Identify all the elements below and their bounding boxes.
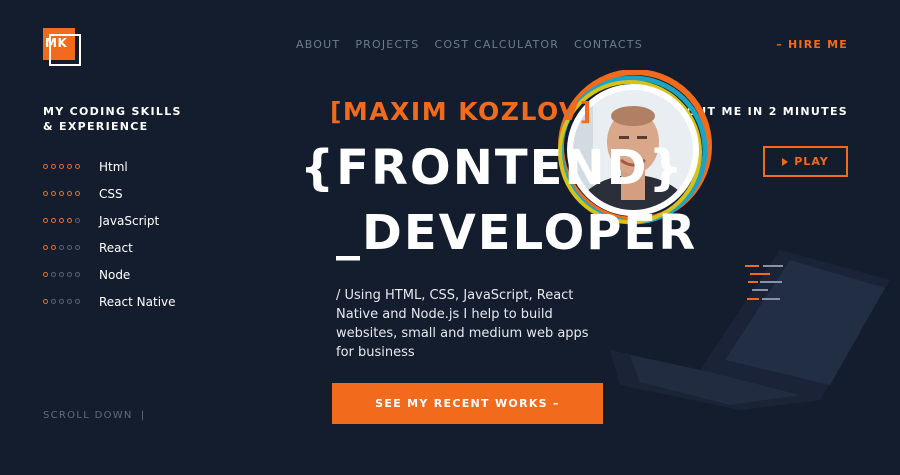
skill-name: React Native <box>99 294 176 309</box>
play-button[interactable]: PLAY <box>763 146 848 177</box>
skill-dot-filled <box>43 191 48 196</box>
skill-dot-filled <box>59 191 64 196</box>
hero-title-line1: {FRONTEND} <box>300 140 685 196</box>
skill-dot-empty <box>75 245 80 250</box>
hero-name: [MAXIM KOZLOV] <box>330 97 593 126</box>
scroll-down-indicator[interactable]: SCROLL DOWN | <box>43 410 145 421</box>
skill-item: Html <box>43 153 176 180</box>
skill-level-dots <box>43 245 99 250</box>
skill-dot-filled <box>51 245 56 250</box>
skill-level-dots <box>43 191 99 196</box>
skill-dot-empty <box>75 218 80 223</box>
skill-dot-filled <box>75 191 80 196</box>
skill-item: React Native <box>43 288 176 315</box>
hire-me-link[interactable]: – HIRE ME <box>776 38 848 51</box>
skill-item: React <box>43 234 176 261</box>
skill-dot-empty <box>51 299 56 304</box>
see-recent-works-button[interactable]: SEE MY RECENT WORKS – <box>332 383 603 424</box>
skill-dot-empty <box>67 272 72 277</box>
play-label: PLAY <box>794 155 829 168</box>
skill-name: React <box>99 240 133 255</box>
skill-dot-empty <box>75 272 80 277</box>
skill-dot-filled <box>59 218 64 223</box>
skill-name: CSS <box>99 186 123 201</box>
skill-dot-empty <box>59 299 64 304</box>
skill-level-dots <box>43 218 99 223</box>
play-icon <box>782 157 789 166</box>
logo-text: MK <box>45 36 68 50</box>
scroll-bar-icon: | <box>140 410 146 421</box>
skill-dot-filled <box>75 164 80 169</box>
skill-dot-filled <box>43 218 48 223</box>
skill-level-dots <box>43 164 99 169</box>
skill-dot-filled <box>51 164 56 169</box>
skill-name: Node <box>99 267 131 282</box>
nav-about[interactable]: ABOUT <box>296 38 340 51</box>
skill-dot-filled <box>67 164 72 169</box>
skill-dot-empty <box>59 245 64 250</box>
nav-cost-calculator[interactable]: COST CALCULATOR <box>434 38 559 51</box>
scroll-down-label: SCROLL DOWN <box>43 410 133 421</box>
skill-dot-filled <box>43 299 48 304</box>
skill-dot-filled <box>51 191 56 196</box>
hero-description: / Using HTML, CSS, JavaScript, React Nat… <box>336 288 589 360</box>
skill-name: Html <box>99 159 128 174</box>
skill-name: JavaScript <box>99 213 160 228</box>
skill-level-dots <box>43 272 99 277</box>
skill-dot-filled <box>67 191 72 196</box>
skills-title: MY CODING SKILLS & EXPERIENCE <box>43 105 182 133</box>
skill-dot-filled <box>43 164 48 169</box>
hero-title-line2: _DEVELOPER <box>336 205 698 261</box>
skills-list: Html CSS JavaScript React Node React Nat… <box>43 153 176 315</box>
skill-dot-empty <box>51 272 56 277</box>
nav-projects[interactable]: PROJECTS <box>355 38 419 51</box>
skill-dot-filled <box>59 164 64 169</box>
main-nav: ABOUT PROJECTS COST CALCULATOR CONTACTS <box>296 38 643 51</box>
skill-dot-empty <box>67 245 72 250</box>
skill-dot-empty <box>59 272 64 277</box>
nav-contacts[interactable]: CONTACTS <box>574 38 643 51</box>
skill-dot-empty <box>75 299 80 304</box>
skill-item: Node <box>43 261 176 288</box>
skill-dot-empty <box>67 299 72 304</box>
skill-item: JavaScript <box>43 207 176 234</box>
skill-dot-filled <box>51 218 56 223</box>
skill-level-dots <box>43 299 99 304</box>
logo[interactable]: MK <box>43 28 83 68</box>
skill-dot-filled <box>67 218 72 223</box>
skill-item: CSS <box>43 180 176 207</box>
skill-dot-filled <box>43 272 48 277</box>
skill-dot-filled <box>43 245 48 250</box>
